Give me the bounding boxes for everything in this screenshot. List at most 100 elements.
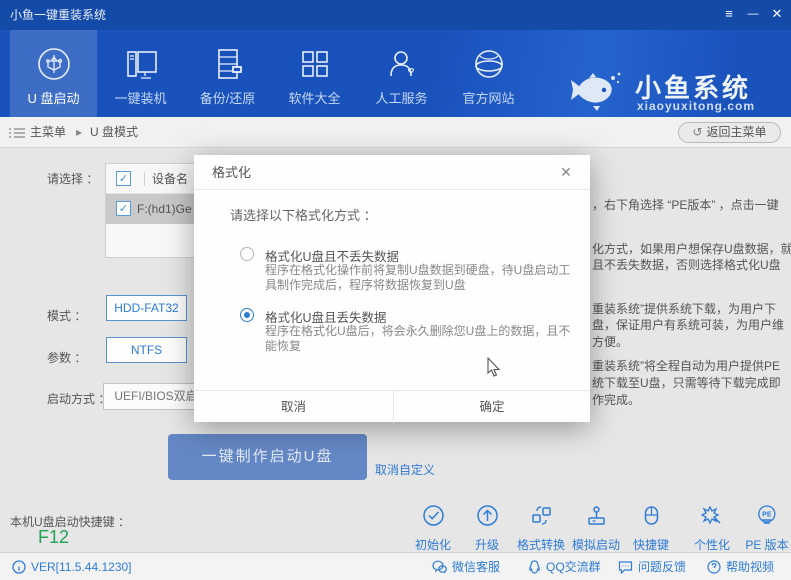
hotkey-label: 本机U盘启动快捷键 ： xyxy=(10,513,130,530)
cancel-button[interactable]: 取消 xyxy=(194,391,393,423)
nav-item-install[interactable]: 一键装机 xyxy=(97,30,184,117)
computer-icon xyxy=(119,42,163,86)
globe-icon xyxy=(467,42,511,86)
tool-label: PE 版本 xyxy=(745,536,788,553)
param-label: 参数 ： xyxy=(47,349,86,366)
radio-keep-data[interactable] xyxy=(240,247,254,261)
dialog-footer: 取消 确定 xyxy=(194,390,590,422)
brand-logo: 小鱼系统 xiaoyuxitong.com xyxy=(563,66,783,116)
option-description: 程序在格式化操作前将复制U盘数据到硬盘，待U盘启动工具制作完成后，程序将数据恢复… xyxy=(265,263,577,293)
qq-group-link[interactable]: QQ交流群 xyxy=(528,553,601,580)
make-usb-button[interactable]: 一键制作启动U盘 xyxy=(168,434,367,480)
minimize-icon[interactable]: — xyxy=(741,0,765,30)
tool-hotkey[interactable]: 快捷键 xyxy=(633,504,669,553)
nav-label: 软件大全 xyxy=(271,88,358,107)
dialog-close-icon[interactable]: ✕ xyxy=(554,155,578,190)
tool-label: 快捷键 xyxy=(633,536,669,553)
qq-icon xyxy=(528,560,541,574)
dialog-header: 格式化 ✕ xyxy=(194,155,590,190)
mode-button[interactable]: HDD-FAT32 xyxy=(106,295,187,321)
close-icon[interactable]: ✕ xyxy=(765,0,789,30)
hotkey-value: F12 xyxy=(38,527,69,548)
hotkey-icon xyxy=(639,504,662,527)
breadcrumb-bar: 主菜单 ▶ U 盘模式 ↺ 返回主菜单 xyxy=(0,117,791,148)
dialog-title: 格式化 xyxy=(212,155,251,190)
svg-text:PE: PE xyxy=(762,512,772,519)
tool-upgrade[interactable]: 升级 xyxy=(475,504,499,553)
apps-icon xyxy=(293,42,337,86)
param-button[interactable]: NTFS xyxy=(106,337,187,363)
format-dialog: 格式化 ✕ 请选择以下格式化方式 ： 格式化U盘且不丢失数据 程序在格式化操作前… xyxy=(194,155,590,422)
fish-logo-icon xyxy=(563,66,625,116)
nav-label: 备份/还原 xyxy=(184,88,271,107)
dialog-prompt: 请选择以下格式化方式 ： xyxy=(230,205,377,224)
select-all-checkbox[interactable]: ✓ xyxy=(116,171,131,186)
wechat-icon xyxy=(432,560,447,574)
brand-domain: xiaoyuxitong.com xyxy=(637,99,755,113)
confirm-button[interactable]: 确定 xyxy=(394,391,590,423)
boot-mode-label: 启动方式 ： xyxy=(47,390,110,407)
simulate-icon xyxy=(584,504,607,527)
menu-icon[interactable]: ≡ xyxy=(717,0,741,30)
mouse-cursor xyxy=(487,357,501,378)
help-video-link[interactable]: 帮助视频 xyxy=(707,553,774,580)
radio-lose-data[interactable] xyxy=(240,308,254,322)
person-icon xyxy=(380,42,424,86)
tool-simulate-boot[interactable]: 模拟启动 xyxy=(572,504,620,553)
header-divider xyxy=(144,172,145,186)
option-description: 程序在格式化U盘后，将会永久删除您U盘上的数据，且不能恢复 xyxy=(265,324,577,354)
device-name: F:(hd1)Ge xyxy=(137,194,192,224)
nav-item-usb-boot[interactable]: U 盘启动 xyxy=(10,30,97,117)
tool-format-convert[interactable]: 格式转换 xyxy=(517,504,565,553)
select-device-label: 请选择 ： xyxy=(47,170,98,187)
upgrade-icon xyxy=(475,504,498,527)
personalize-icon xyxy=(700,504,723,527)
tool-initialize[interactable]: 初始化 xyxy=(415,504,451,553)
help-icon xyxy=(707,560,721,574)
nav-label: 人工服务 xyxy=(358,88,445,107)
back-button-label: 返回主菜单 xyxy=(707,125,767,139)
device-name-column-header: 设备名 xyxy=(152,164,188,194)
help-text-fragment: 重装系统”提供系统下载，为用户下 xyxy=(592,300,776,317)
tool-label: 初始化 xyxy=(415,536,451,553)
feedback-icon xyxy=(618,560,633,574)
status-bar: VER[11.5.44.1230] 微信客服 QQ交流群 问题反馈 帮助视频 xyxy=(0,552,791,580)
title-bar: 小鱼一键重装系统 ≡ — ✕ xyxy=(0,0,791,30)
tool-personalize[interactable]: 个性化 xyxy=(694,504,730,553)
help-text-fragment: 且不丢失数据，否则选择格式化U盘 xyxy=(592,256,781,273)
breadcrumb-current: U 盘模式 xyxy=(90,117,138,148)
wechat-support-link[interactable]: 微信客服 xyxy=(432,553,500,580)
device-checkbox[interactable]: ✓ xyxy=(116,201,131,216)
nav-item-software[interactable]: 软件大全 xyxy=(271,30,358,117)
tool-label: 升级 xyxy=(475,536,499,553)
backup-icon xyxy=(206,42,250,86)
convert-icon xyxy=(529,504,552,527)
help-text-fragment: 重装系统”将全程自动为用户提供PE xyxy=(592,357,780,374)
tool-label: 模拟启动 xyxy=(572,536,620,553)
nav-label: U 盘启动 xyxy=(10,88,97,107)
breadcrumb-root[interactable]: 主菜单 xyxy=(30,117,66,148)
nav-label: 一键装机 xyxy=(97,88,184,107)
tool-pe-version[interactable]: PE PE 版本 xyxy=(745,504,788,553)
back-to-main-menu-button[interactable]: ↺ 返回主菜单 xyxy=(678,122,781,143)
usb-icon xyxy=(32,42,76,86)
pe-icon: PE xyxy=(756,504,779,527)
tool-label: 格式转换 xyxy=(517,536,565,553)
help-text-fragment: 作完成。 xyxy=(592,391,640,408)
help-text-fragment: 化方式，如果用户想保存U盘数据，就 xyxy=(592,240,791,257)
breadcrumb-separator-icon: ▶ xyxy=(76,117,82,148)
help-text-fragment: ，右下角选择 “PE版本” ，点击一键 xyxy=(592,196,779,213)
help-text-fragment: 统下载至U盘，只需等待下载完成即 xyxy=(592,374,781,391)
help-text-fragment: 方便。 xyxy=(592,333,628,350)
app-title: 小鱼一键重装系统 xyxy=(10,0,106,30)
cancel-custom-link[interactable]: 取消自定义 xyxy=(375,461,435,478)
help-text-fragment: 盘，保证用户有系统可装，为用户维 xyxy=(592,316,784,333)
back-arrow-icon: ↺ xyxy=(692,125,702,139)
nav-item-support[interactable]: 人工服务 xyxy=(358,30,445,117)
feedback-link[interactable]: 问题反馈 xyxy=(618,553,686,580)
nav-label: 官方网站 xyxy=(445,88,532,107)
nav-item-backup-restore[interactable]: 备份/还原 xyxy=(184,30,271,117)
nav-item-website[interactable]: 官方网站 xyxy=(445,30,532,117)
mode-label: 模式 ： xyxy=(47,307,86,324)
version-info: VER[11.5.44.1230] xyxy=(12,553,132,580)
